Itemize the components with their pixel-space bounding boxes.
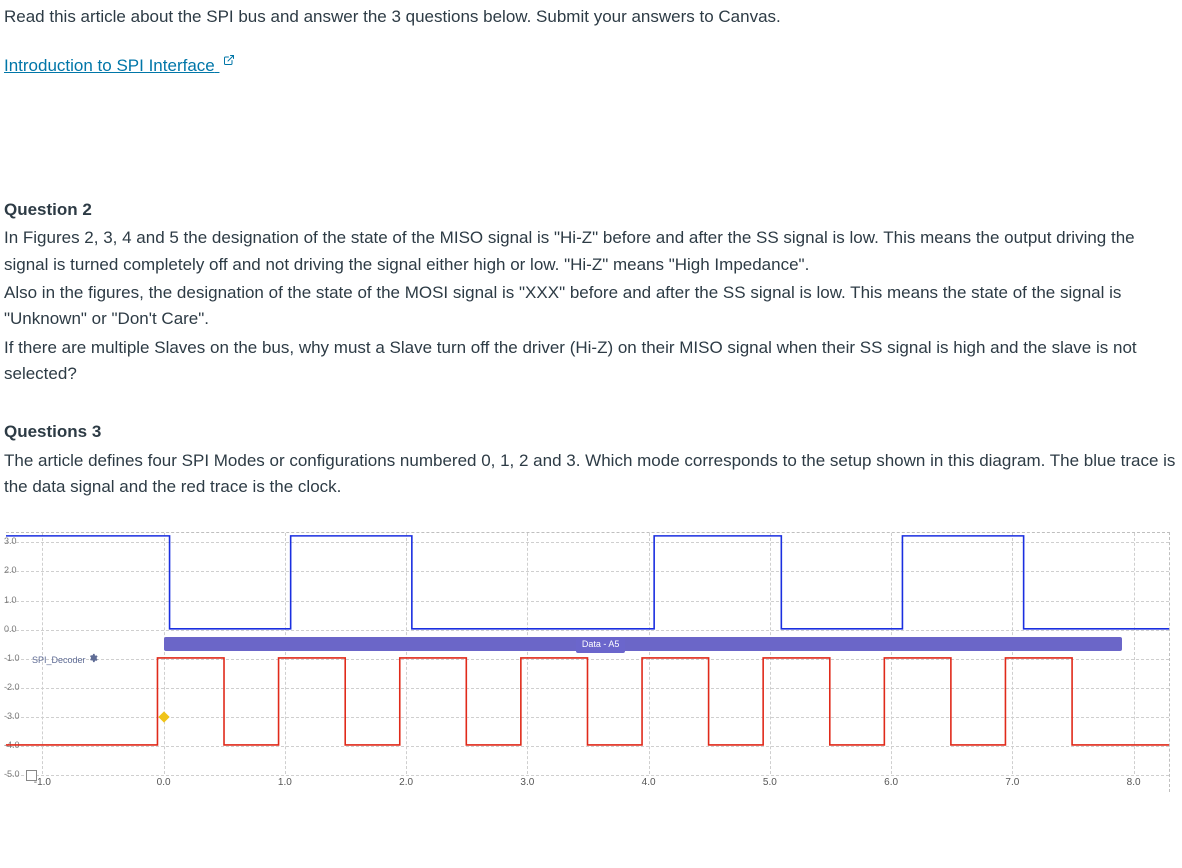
question-3-p1: The article defines four SPI Modes or co… bbox=[4, 448, 1176, 501]
question-3-heading: Questions 3 bbox=[4, 419, 1176, 445]
intro-text: Read this article about the SPI bus and … bbox=[4, 4, 1176, 30]
oscilloscope-chart: 3.02.01.00.0-1.0-2.0-3.0-4.0-5.0-1.00.01… bbox=[6, 532, 1170, 792]
axis-handle-icon[interactable] bbox=[26, 770, 37, 781]
external-link-icon bbox=[223, 48, 235, 74]
trace-svg bbox=[6, 533, 1169, 792]
question-3: Questions 3 The article defines four SPI… bbox=[4, 419, 1176, 500]
spi-link[interactable]: Introduction to SPI Interface bbox=[4, 56, 235, 75]
question-2-heading: Question 2 bbox=[4, 197, 1176, 223]
question-2-p2: Also in the figures, the designation of … bbox=[4, 280, 1176, 333]
spi-decoder-label: SPI_Decoder bbox=[32, 653, 98, 668]
spacer bbox=[4, 87, 1176, 197]
decoder-band bbox=[164, 637, 1122, 651]
question-2: Question 2 In Figures 2, 3, 4 and 5 the … bbox=[4, 197, 1176, 387]
trace-clock-red bbox=[6, 658, 1169, 745]
page: Read this article about the SPI bus and … bbox=[0, 0, 1182, 868]
question-2-p3: If there are multiple Slaves on the bus,… bbox=[4, 335, 1176, 388]
spi-link-text: Introduction to SPI Interface bbox=[4, 56, 215, 75]
decoder-band-label: Data - A5 bbox=[576, 637, 626, 653]
gear-icon[interactable] bbox=[88, 653, 98, 668]
question-2-p1: In Figures 2, 3, 4 and 5 the designation… bbox=[4, 225, 1176, 278]
spi-decoder-text: SPI_Decoder bbox=[32, 655, 86, 665]
trace-data-blue bbox=[6, 536, 1169, 629]
